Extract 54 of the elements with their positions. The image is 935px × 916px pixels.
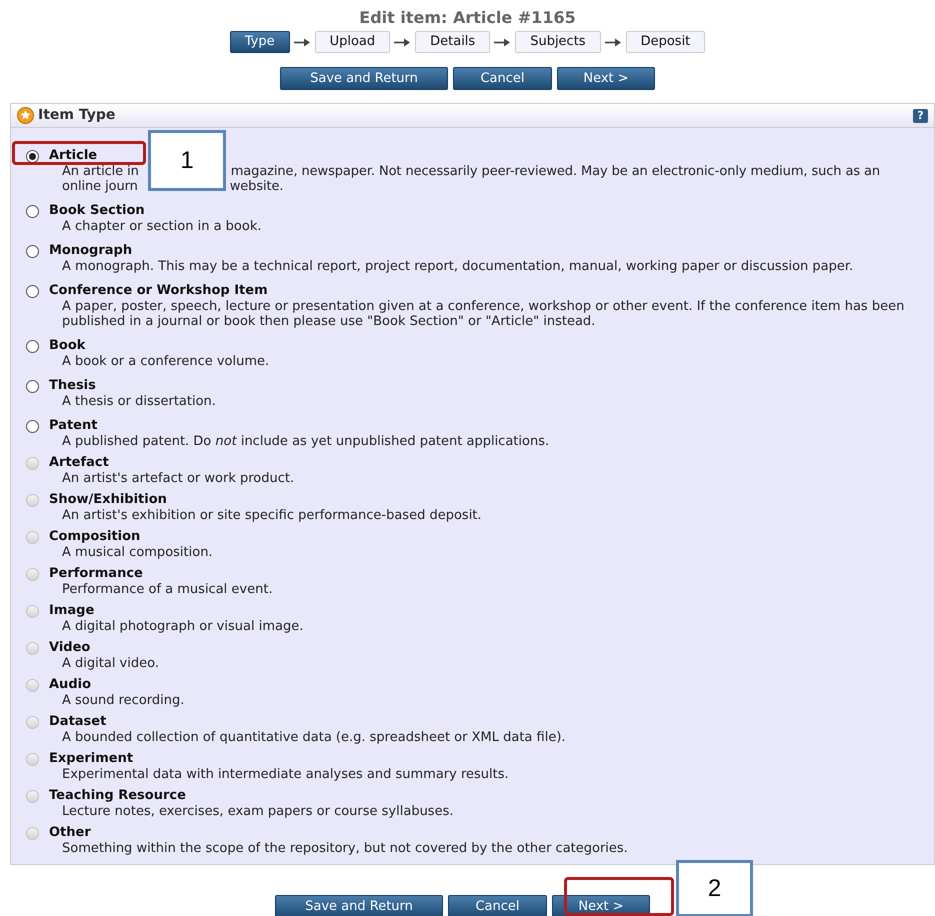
item-type-description: website.: [230, 179, 284, 194]
save-and-return-button[interactable]: Save and Return: [275, 895, 443, 916]
radio-button[interactable]: [26, 150, 39, 162]
item-type-description: A paper, poster, speech, lecture or presentation given at a conference, workshop or other event. If the conference item has been published in a journal or book then please use "Book Section" or "Article" instead.: [62, 299, 906, 329]
arrow-icon: [604, 38, 622, 46]
panel-title: Item Type: [38, 106, 116, 125]
arrow-icon: [294, 38, 311, 46]
item-type-description: Performance of a musical event.: [62, 582, 274, 597]
arrow-icon: [394, 38, 412, 46]
radio-button[interactable]: [26, 340, 39, 352]
item-type-description: A digital video.: [62, 656, 160, 671]
item-type-description: An artist's exhibition or site specific performance-based deposit.: [62, 508, 483, 523]
arrow-icon: [494, 38, 512, 46]
item-type-description: A sound recording.: [62, 693, 186, 708]
item-type-label[interactable]: Thesis: [49, 376, 96, 396]
item-type-description: A monograph. This may be a technical report, project report, documentation, manual, working paper or discussion paper.: [62, 259, 854, 274]
item-type-description: Something within the scope of the repository, but not covered by the other categories.: [62, 841, 629, 856]
radio-button[interactable]: [26, 284, 39, 298]
item-type-label[interactable]: Monograph: [49, 241, 132, 261]
item-type-description: A digital photograph or visual image.: [62, 619, 304, 634]
step-tab[interactable]: Deposit: [626, 31, 706, 53]
radio-button[interactable]: [26, 244, 39, 258]
page-title: Edit item: Article #1165: [359, 8, 576, 28]
item-type-description: A book or a conference volume.: [62, 354, 270, 369]
item-type-description: A bounded collection of quantitative data (e.g. spreadsheet or XML data file).: [62, 730, 567, 745]
step-tab[interactable]: Subjects: [515, 31, 601, 53]
step-tab[interactable]: Type: [230, 31, 290, 53]
item-type-description: Experimental data with intermediate analyses and summary results.: [62, 767, 510, 782]
item-type-description: A musical composition.: [62, 545, 214, 560]
item-type-description: A thesis or dissertation.: [62, 394, 217, 409]
step-tab[interactable]: Upload: [314, 31, 390, 53]
callout-number: 2: [676, 860, 753, 916]
radio-button[interactable]: [26, 420, 39, 432]
radio-button[interactable]: [26, 380, 39, 392]
item-type-description: An artist's artefact or work product.: [62, 471, 296, 486]
item-type-label[interactable]: Article: [49, 146, 98, 166]
save-and-return-button[interactable]: Save and Return: [280, 67, 448, 90]
radio-button[interactable]: [26, 204, 39, 218]
item-type-description: magazine, newspaper. Not necessarily peer-reviewed. May be an electronic-only medium, such as an: [230, 164, 880, 179]
item-type-label[interactable]: Patent: [49, 416, 98, 436]
next-button[interactable]: Next >: [557, 67, 655, 90]
item-type-label[interactable]: Book Section: [49, 201, 145, 221]
item-type-description: A chapter or section in a book.: [62, 219, 262, 234]
item-type-label[interactable]: Conference or Workshop Item: [49, 281, 268, 301]
item-type-description: online journ: [62, 179, 138, 194]
help-icon[interactable]: ?: [913, 108, 928, 122]
item-type-description: Lecture notes, exercises, exam papers or course syllabuses.: [62, 804, 454, 819]
item-type-label[interactable]: Book: [49, 336, 86, 356]
item-type-description: An article in: [62, 164, 139, 179]
callout-number: 1: [148, 130, 226, 191]
item-type-description: A published patent. Do not include as yet unpublished patent applications.: [62, 434, 550, 449]
cancel-button[interactable]: Cancel: [448, 895, 547, 916]
cancel-button[interactable]: Cancel: [453, 67, 552, 90]
step-tab[interactable]: Details: [415, 31, 490, 53]
